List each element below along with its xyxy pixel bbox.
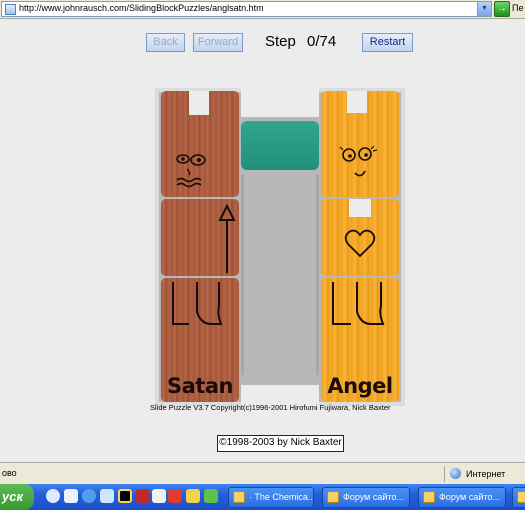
step-label: Step [265, 33, 296, 50]
rail-left [241, 174, 244, 375]
url-field[interactable]: http://www.johnrausch.com/SlidingBlockPu… [1, 1, 492, 17]
quick-launch-icon[interactable] [204, 489, 218, 503]
copyright-text: Slide Puzzle V3.7 Copyright(c)1996-2001 … [150, 403, 391, 412]
folder-icon [233, 491, 245, 503]
globe-icon [450, 468, 461, 479]
satan-label: Satan [167, 374, 233, 398]
quick-launch-icon[interactable] [118, 489, 132, 503]
arrow-up-icon [218, 203, 236, 273]
quick-launch-icon[interactable] [186, 489, 200, 503]
taskbar-task[interactable]: Форум сайто... [418, 487, 506, 508]
taskbar-task[interactable]: · The Chemica... [228, 487, 314, 508]
zone-label: Интернет [466, 469, 506, 479]
status-text: ово [2, 468, 17, 478]
taskbar-task[interactable]: Форум сайто... [322, 487, 410, 508]
status-bar: ово Интернет [0, 462, 525, 484]
satan-legs-block[interactable]: Satan [161, 278, 239, 402]
chevron-down-icon[interactable]: ▼ [477, 2, 491, 16]
quick-launch-icon[interactable] [152, 489, 166, 503]
page-content: Back Forward Step 0/74 Restart Satan Ang… [0, 19, 525, 462]
board-frame-left [155, 88, 159, 406]
angel-face-icon [339, 91, 378, 177]
heart-icon [344, 199, 376, 258]
start-button[interactable]: уск [0, 484, 34, 510]
step-counter: 0/74 [307, 33, 337, 50]
folder-icon [517, 491, 525, 503]
satan-face-icon [176, 91, 209, 188]
angel-body-block[interactable] [321, 199, 399, 276]
quick-launch-icon[interactable] [136, 489, 150, 503]
satan-head-block[interactable] [161, 91, 239, 197]
security-zone: Интернет [444, 466, 525, 482]
address-bar: http://www.johnrausch.com/SlidingBlockPu… [0, 0, 525, 19]
url-text[interactable]: http://www.johnrausch.com/SlidingBlockPu… [19, 3, 264, 13]
angel-label: Angel [327, 374, 393, 398]
go-button[interactable]: → [494, 1, 510, 17]
ie-icon[interactable] [82, 489, 96, 503]
taskbar: уск · The Chemica... Форум сайто... Фору… [0, 484, 525, 510]
board-frame-right [401, 88, 405, 406]
task-label: · The Chemica... [249, 492, 314, 502]
angel-head-block[interactable] [321, 91, 399, 197]
task-label: Форум сайто... [343, 492, 404, 502]
go-label[interactable]: Пе [512, 3, 523, 13]
credit-link[interactable]: ©1998-2003 by Nick Baxter [217, 435, 344, 452]
quick-launch-icon[interactable] [64, 489, 78, 503]
folder-icon [327, 491, 339, 503]
page-icon [5, 4, 16, 15]
quick-launch-icon[interactable] [100, 489, 114, 503]
rail-right [316, 174, 319, 375]
top-notch [241, 88, 319, 117]
quick-launch-icon[interactable] [168, 489, 182, 503]
folder-icon [423, 491, 435, 503]
taskbar-task[interactable] [512, 487, 525, 508]
task-label: Форум сайто... [439, 492, 500, 502]
teal-block[interactable] [241, 121, 319, 170]
angel-legs-block[interactable]: Angel [321, 278, 399, 402]
satan-body-block[interactable] [161, 199, 239, 276]
forward-button[interactable]: Forward [193, 33, 243, 52]
quick-launch-icon[interactable] [46, 489, 60, 503]
puzzle-board: Satan Angel [155, 88, 405, 406]
back-button[interactable]: Back [146, 33, 185, 52]
restart-button[interactable]: Restart [362, 33, 413, 52]
